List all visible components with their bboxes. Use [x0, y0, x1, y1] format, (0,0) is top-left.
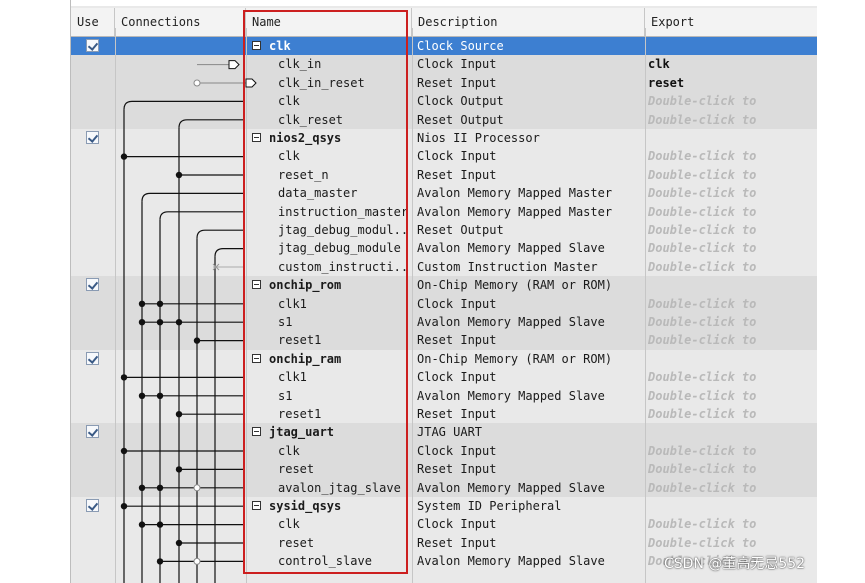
wire-junction-dot	[120, 374, 128, 381]
qsys-system-contents-panel: Use Connections Name Description Export …	[70, 0, 817, 583]
wire-junction-dot	[156, 300, 164, 307]
wire-junction-dot	[175, 319, 183, 326]
wire-junction-dot	[120, 447, 128, 455]
wire-branch	[141, 192, 243, 202]
wire-junction-dot	[138, 521, 146, 528]
wire-junction-dot	[175, 171, 183, 179]
wire-junction-dot	[156, 521, 164, 528]
wire-open-dot	[193, 79, 201, 87]
wire-junction-dot	[175, 539, 183, 547]
wire-junction-dot	[156, 558, 164, 565]
wire-junction-dot	[175, 411, 183, 418]
wire-junction-dot	[193, 337, 201, 344]
wire-junction-dot	[120, 503, 128, 510]
wire-junction-dot	[120, 153, 128, 160]
connection-wires[interactable]	[71, 0, 817, 583]
wire-junction-dot	[156, 319, 164, 326]
wire-junction-dot	[138, 319, 146, 326]
export-arrow-icon	[228, 60, 240, 70]
wire-junction-dot	[156, 392, 164, 399]
wire-branch	[214, 248, 243, 257]
wire-branch	[196, 229, 243, 239]
wire-junction-dot	[138, 392, 146, 399]
export-arrow-icon	[245, 78, 257, 88]
wire-junction-dot	[156, 484, 164, 491]
watermark: CSDN @董高无忌552	[664, 556, 806, 572]
wire-junction-dot	[138, 484, 146, 491]
wire-branch	[123, 100, 243, 110]
wire-branch	[178, 119, 243, 128]
wire-junction-dot	[138, 300, 146, 307]
wire-junction-dot	[175, 466, 183, 473]
wire-branch	[159, 211, 243, 220]
wire-open-dot	[193, 484, 201, 492]
wire-open-dot	[193, 557, 201, 565]
